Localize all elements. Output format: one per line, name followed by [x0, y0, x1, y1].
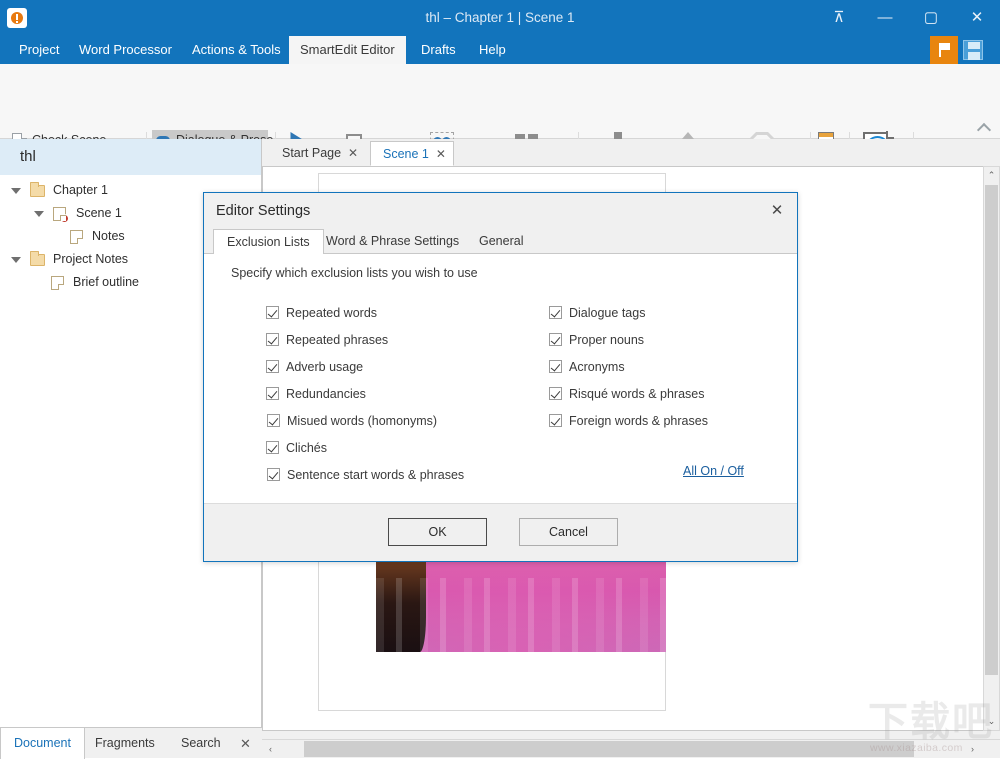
title-bar: thl – Chapter 1 | Scene 1 ⊼ — ▢ ✕ [0, 0, 1000, 36]
dialog-instruction: Specify which exclusion lists you wish t… [231, 266, 478, 280]
tab-search[interactable]: Search [168, 728, 234, 759]
maximize-button[interactable]: ▢ [908, 0, 954, 36]
menu-item-project[interactable]: Project [8, 36, 70, 64]
save-disk-icon[interactable] [963, 40, 983, 60]
document-tabs: Start Page ✕ Scene 1 ✕ [262, 139, 1000, 166]
left-panel-tabs: Document Fragments Search ✕ [0, 727, 262, 758]
application-window: thl – Chapter 1 | Scene 1 ⊼ — ▢ ✕ Projec… [0, 0, 1000, 758]
tab-fragments[interactable]: Fragments [82, 728, 168, 759]
restore-down-button[interactable]: ⊼ [816, 0, 862, 36]
vertical-scrollbar[interactable]: ⌃ ⌄ [983, 166, 1000, 731]
note-page-icon [70, 230, 83, 244]
scroll-right-icon[interactable]: › [964, 740, 981, 758]
scroll-down-icon[interactable]: ⌄ [984, 713, 999, 730]
checkbox-icon[interactable] [266, 306, 279, 319]
project-name-header: thl [0, 139, 261, 175]
close-tabs-icon[interactable]: ✕ [240, 728, 251, 759]
doc-tab-scene-1[interactable]: Scene 1 ✕ [370, 141, 454, 166]
note-page-icon [51, 276, 64, 290]
cancel-button[interactable]: Cancel [519, 518, 618, 546]
expander-icon[interactable] [11, 188, 21, 194]
checkbox-icon[interactable] [549, 360, 562, 373]
minimize-button[interactable]: — [862, 0, 908, 36]
editor-settings-dialog: Editor Settings ✕ Exclusion Lists Word &… [203, 192, 798, 562]
menu-item-smartedit-editor[interactable]: SmartEdit Editor [289, 36, 406, 64]
close-button[interactable]: ✕ [954, 0, 1000, 36]
flag-icon[interactable] [930, 36, 958, 64]
tab-exclusion-lists[interactable]: Exclusion Lists [213, 229, 324, 255]
scroll-up-icon[interactable]: ⌃ [984, 167, 999, 184]
dialog-title: Editor Settings [204, 193, 797, 229]
checkbox-icon[interactable] [266, 360, 279, 373]
close-icon[interactable]: ✕ [436, 142, 446, 167]
horizontal-scroll-thumb[interactable] [304, 741, 914, 757]
menu-item-word-processor[interactable]: Word Processor [68, 36, 183, 64]
menu-item-actions-tools[interactable]: Actions & Tools [181, 36, 292, 64]
checkbox-icon[interactable] [549, 387, 562, 400]
chevron-up-icon[interactable] [978, 122, 992, 132]
close-icon[interactable]: ✕ [763, 199, 791, 223]
menu-item-drafts[interactable]: Drafts [410, 36, 467, 64]
all-on-off-link[interactable]: All On / Off [683, 464, 744, 478]
folder-icon [30, 254, 45, 266]
ribbon-toolbar: Check Scene Check Folder Check Document … [0, 64, 1000, 139]
menu-item-help[interactable]: Help [468, 36, 517, 64]
vertical-scroll-thumb[interactable] [985, 185, 998, 675]
tab-word-phrase-settings[interactable]: Word & Phrase Settings [313, 229, 472, 254]
tab-general[interactable]: General [466, 229, 536, 254]
checkbox-icon[interactable] [549, 414, 562, 427]
horizontal-scrollbar[interactable]: ‹ › [262, 739, 1000, 758]
status-badge [60, 214, 69, 223]
checkbox-icon[interactable] [266, 387, 279, 400]
checkbox-icon[interactable] [549, 306, 562, 319]
checkbox-icon[interactable] [267, 468, 280, 481]
scroll-left-icon[interactable]: ‹ [262, 740, 279, 758]
checkbox-icon[interactable] [549, 333, 562, 346]
folder-icon [30, 185, 45, 197]
checkbox-icon[interactable] [267, 414, 280, 427]
checkbox-icon[interactable] [266, 333, 279, 346]
menu-bar: Project Word Processor Actions & Tools S… [0, 36, 1000, 64]
doc-tab-start-page[interactable]: Start Page ✕ [270, 141, 365, 166]
dialog-tabs: Exclusion Lists Word & Phrase Settings G… [204, 229, 797, 254]
expander-icon[interactable] [34, 211, 44, 217]
close-icon[interactable]: ✕ [348, 141, 358, 166]
checkbox-icon[interactable] [266, 441, 279, 454]
scene-page-icon [53, 207, 66, 221]
dialog-footer: OK Cancel [204, 503, 797, 561]
tab-document[interactable]: Document [0, 728, 85, 759]
ok-button[interactable]: OK [388, 518, 487, 546]
expander-icon[interactable] [11, 257, 21, 263]
